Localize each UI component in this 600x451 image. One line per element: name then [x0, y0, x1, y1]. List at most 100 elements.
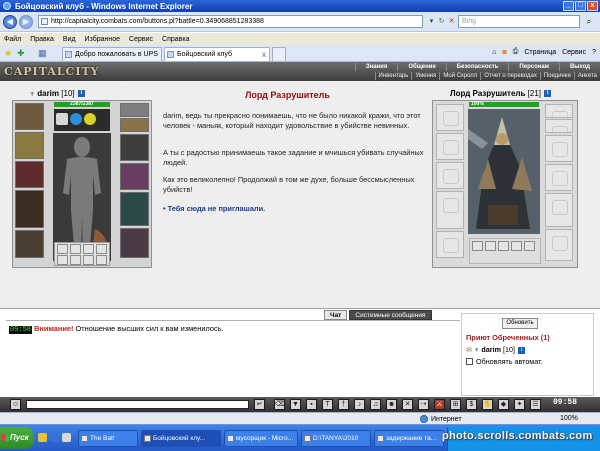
walk-icon[interactable]: ⇢: [418, 399, 429, 410]
ring-slot[interactable]: [83, 244, 94, 254]
room-user-info-icon[interactable]: i: [518, 346, 525, 354]
sword-icon[interactable]: †: [338, 399, 349, 410]
subnav-inventory[interactable]: Инвентарь: [374, 72, 412, 80]
clear-icon[interactable]: ✕: [402, 399, 413, 410]
subnav-skills[interactable]: Умения: [411, 72, 439, 80]
sound-icon[interactable]: ♫: [370, 399, 381, 410]
menu-help[interactable]: Справка: [162, 36, 189, 43]
task-the-bat[interactable]: The Bat!: [78, 430, 138, 447]
tab-system-messages[interactable]: Системные сообщения: [349, 310, 432, 320]
npc-name-text[interactable]: Лорд Разрушитель: [450, 89, 525, 98]
nav-security[interactable]: Безопасность: [445, 63, 509, 71]
ring-slot[interactable]: [70, 255, 81, 265]
mute-icon[interactable]: ♪: [354, 399, 365, 410]
task-word[interactable]: мусорщик - Micro...: [224, 430, 298, 447]
npc-empty-slot[interactable]: [545, 104, 573, 126]
help-icon[interactable]: ?: [592, 49, 596, 56]
quicklaunch-ie-icon[interactable]: [50, 433, 59, 442]
tab-combats[interactable]: Бойцовский клуб x: [164, 47, 270, 61]
nav-character[interactable]: Персонаж: [508, 63, 559, 71]
pants-slot[interactable]: [120, 192, 149, 226]
subnav-transfers[interactable]: Отчет о переводах: [480, 72, 540, 80]
tab-ups[interactable]: Добро пожаловать в UPS: [62, 47, 162, 61]
fight-icon[interactable]: ⚔: [434, 399, 445, 410]
ring-slot[interactable]: [57, 255, 68, 265]
dialog-answer-link[interactable]: • Тебя сюда не приглашали.: [163, 204, 265, 213]
npc-empty-slot[interactable]: [436, 104, 464, 131]
gloves-slot[interactable]: [120, 134, 149, 161]
stop-icon[interactable]: ✕: [446, 16, 457, 27]
helmet-slot[interactable]: [15, 103, 44, 130]
menu-tools[interactable]: Сервис: [129, 36, 153, 43]
nav-exit[interactable]: Выход: [558, 63, 600, 71]
buff-icon[interactable]: [84, 113, 96, 125]
quicklaunch-folder-icon[interactable]: [38, 433, 47, 442]
smiley-icon[interactable]: ☻: [386, 399, 397, 410]
game-logo[interactable]: CAPITALCITY: [4, 65, 100, 78]
earring-slot[interactable]: [120, 103, 149, 117]
npc-empty-slot[interactable]: [436, 231, 464, 258]
chat-input[interactable]: [26, 400, 249, 409]
boots-slot[interactable]: [120, 228, 149, 258]
hand-icon[interactable]: ✋: [482, 399, 493, 410]
npc-avatar[interactable]: [468, 109, 540, 234]
chat-timestamp[interactable]: 09:58: [9, 326, 33, 334]
close-window-button[interactable]: x: [587, 1, 598, 11]
room-user-name[interactable]: darim: [481, 345, 501, 354]
nav-knowledge[interactable]: Знания: [354, 63, 398, 71]
ring-slot[interactable]: [511, 241, 522, 251]
ring-slot[interactable]: [57, 244, 68, 254]
refresh-button[interactable]: Обновить: [502, 318, 538, 329]
shop-icon[interactable]: $: [466, 399, 477, 410]
ring-slot[interactable]: [524, 241, 535, 251]
ring-slot[interactable]: [498, 241, 509, 251]
private-message-icon[interactable]: ✉: [466, 345, 472, 354]
tab-close-icon[interactable]: x: [262, 48, 266, 61]
translit-icon[interactable]: Т: [322, 399, 333, 410]
menu-view[interactable]: Вид: [63, 36, 76, 43]
favorites-star-icon[interactable]: ★: [4, 49, 12, 58]
tab-list-icon[interactable]: ▦: [38, 49, 47, 58]
npc-empty-slot[interactable]: [545, 135, 573, 162]
npc-empty-slot[interactable]: [436, 162, 464, 189]
npc-empty-slot[interactable]: [436, 133, 464, 160]
task-document[interactable]: задержание та...: [374, 430, 444, 447]
quicklaunch-desktop-icon[interactable]: [62, 433, 71, 442]
print-icon[interactable]: ⎙: [513, 48, 519, 56]
buff-icon[interactable]: [56, 113, 68, 125]
npc-empty-slot[interactable]: [436, 191, 464, 229]
task-combats[interactable]: Бойцовский клу...: [141, 430, 221, 447]
auto-refresh-checkbox[interactable]: [466, 358, 473, 365]
back-button[interactable]: ◀: [3, 14, 17, 29]
filter-icon[interactable]: ▼: [290, 399, 301, 410]
weapon-slot[interactable]: [15, 161, 44, 188]
ring-slot[interactable]: [96, 244, 107, 254]
ring-slot[interactable]: [96, 255, 107, 265]
npc-empty-slot[interactable]: [545, 193, 573, 227]
task-folder[interactable]: D:\TANYA\2010: [301, 430, 371, 447]
security-zone[interactable]: Интернет: [420, 415, 462, 423]
npc-empty-slot[interactable]: [545, 164, 573, 191]
map-icon[interactable]: ⊞: [450, 399, 461, 410]
npc-info-icon[interactable]: i: [544, 90, 552, 98]
ring-slot[interactable]: [485, 241, 496, 251]
necklace-slot[interactable]: [15, 132, 44, 159]
menu-file[interactable]: Файл: [4, 36, 21, 43]
drop-icon[interactable]: ◆: [498, 399, 509, 410]
tab-chat[interactable]: Чат: [324, 310, 348, 320]
menu-edit[interactable]: Правка: [30, 36, 54, 43]
tools-menu[interactable]: Сервис: [562, 49, 586, 56]
send-icon[interactable]: ↵: [254, 399, 265, 410]
buff-icon[interactable]: [70, 113, 82, 125]
player-name-text[interactable]: darim: [37, 89, 59, 98]
start-button[interactable]: Пуск: [0, 427, 34, 449]
new-tab-button[interactable]: [272, 47, 286, 61]
chat-log[interactable]: 09:58 Внимание! Отношение высших сил к в…: [6, 320, 460, 396]
search-icon[interactable]: ⌕: [582, 15, 596, 28]
ring-slot[interactable]: [83, 255, 94, 265]
friends-icon[interactable]: ☰: [530, 399, 541, 410]
zoom-level[interactable]: 100%: [560, 415, 578, 422]
amulet-slot[interactable]: [120, 118, 149, 132]
magic-icon[interactable]: ✦: [514, 399, 525, 410]
address-input[interactable]: http://capitalcity.combats.com/buttons.p…: [38, 15, 423, 28]
